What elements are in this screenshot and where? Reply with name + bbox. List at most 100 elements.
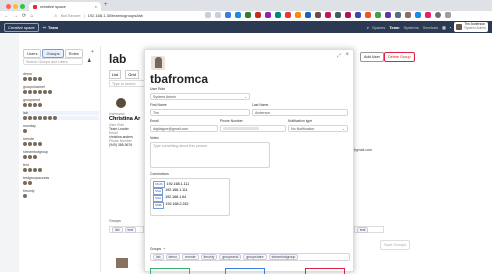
extension-icon[interactable] xyxy=(325,12,331,18)
group-chip[interactable]: demo xyxy=(165,254,181,260)
address-field[interactable]: ⚠ Not Secure | 192.168.1.30/teams/groups… xyxy=(54,12,172,19)
notification-select[interactable]: No Notification ⌄ xyxy=(288,125,348,132)
extension-icon[interactable] xyxy=(425,12,431,18)
group-chip[interactable]: groupsend xyxy=(219,254,242,260)
extension-icon[interactable] xyxy=(305,12,311,18)
member-search-input[interactable]: Type to search xyxy=(109,80,145,87)
group-chip[interactable]: lab xyxy=(153,254,164,260)
group-demo[interactable]: demo xyxy=(23,72,99,76)
menu-icon[interactable] xyxy=(445,12,451,18)
group-groupchannel[interactable]: groupchannel xyxy=(23,85,99,89)
share-icon[interactable] xyxy=(205,12,211,18)
action-button[interactable] xyxy=(150,268,190,274)
connection-kind: SMB xyxy=(153,201,164,209)
first-name-field[interactable]: Tim xyxy=(150,109,250,116)
email-field[interactable]: digitalgoe@gmail.com xyxy=(150,125,218,132)
maximize-window-icon[interactable] xyxy=(20,4,25,9)
member-card[interactable]: Username Christina Ar User Role Team Lea… xyxy=(109,112,145,147)
extension-icon[interactable] xyxy=(335,12,341,18)
connection-item[interactable]: MGIS 192.168.1.111 xyxy=(153,181,227,188)
extension-icon[interactable] xyxy=(245,12,251,18)
search-icon[interactable]: ⌕ xyxy=(367,25,369,30)
profile-photo[interactable] xyxy=(151,56,165,70)
close-window-icon[interactable] xyxy=(6,4,11,9)
extension-icon[interactable] xyxy=(385,12,391,18)
grid-icon[interactable]: ▦ xyxy=(442,25,446,30)
close-icon[interactable]: × xyxy=(345,52,349,58)
add-user-button[interactable]: Add User xyxy=(360,52,384,62)
extension-icon[interactable] xyxy=(295,12,301,18)
extension-icon[interactable] xyxy=(315,12,321,18)
extension-icon[interactable] xyxy=(395,12,401,18)
tab-grid[interactable]: Grid xyxy=(125,70,139,79)
tab-list[interactable]: List xyxy=(109,70,122,79)
extension-icon[interactable] xyxy=(255,12,261,18)
group-test[interactable]: test xyxy=(23,163,99,167)
search-input[interactable]: Search Groups and Users xyxy=(23,58,83,65)
expand-icon[interactable]: ⤢ xyxy=(337,53,341,59)
phone-field[interactable] xyxy=(220,125,286,132)
action-button[interactable] xyxy=(225,268,265,274)
group-tag[interactable]: lab xyxy=(112,226,123,233)
nav-buttons-icon[interactable]: ←→⟳⌂ xyxy=(4,13,37,19)
groups-select[interactable]: lab test xyxy=(109,226,144,233)
close-tab-icon[interactable]: × xyxy=(95,4,97,9)
extension-icon[interactable] xyxy=(355,12,361,18)
group-avatars xyxy=(23,168,99,172)
user-filter-icon[interactable]: ♟ xyxy=(87,58,91,64)
star-icon[interactable] xyxy=(215,12,221,18)
role-select[interactable]: System Admin ⌄ xyxy=(150,93,250,100)
group-chip[interactable]: remote xyxy=(182,254,199,260)
nav-services[interactable]: Services xyxy=(423,25,438,30)
add-icon[interactable]: + xyxy=(91,49,94,55)
connection-item[interactable]: SSH 192.168.1.111 xyxy=(153,187,227,195)
extension-icon[interactable] xyxy=(265,12,271,18)
extension-icon[interactable] xyxy=(375,12,381,18)
segment-groups[interactable]: Groups xyxy=(42,49,64,58)
extension-icon[interactable] xyxy=(225,12,231,18)
group-timonly[interactable]: timonly xyxy=(23,189,99,193)
modal-groups-select[interactable]: lab demo remote timonly groupsend groups… xyxy=(150,253,350,261)
save-groups-button[interactable]: Save Groups xyxy=(380,240,411,250)
group-chip[interactable]: timonly xyxy=(200,254,218,260)
extension-icon[interactable] xyxy=(405,12,411,18)
groups-select-right[interactable]: test xyxy=(354,226,384,233)
group-remote[interactable]: remote xyxy=(23,137,99,141)
segment-users[interactable]: Users xyxy=(23,49,42,58)
last-name-field[interactable]: Anderson xyxy=(252,109,348,116)
group-monday[interactable]: monday xyxy=(23,124,99,128)
nav-team[interactable]: Team xyxy=(389,25,399,30)
group-tag[interactable]: test xyxy=(124,226,136,233)
group-chip[interactable]: streamhotgroup xyxy=(268,254,299,260)
extension-icon[interactable] xyxy=(345,12,351,18)
extension-icon[interactable] xyxy=(415,12,421,18)
group-chip[interactable]: groupshare xyxy=(243,254,267,260)
group-testgroupaccess[interactable]: testgroupaccess xyxy=(23,176,99,180)
group-streamhotgroup[interactable]: streamhotgroup xyxy=(23,150,99,154)
connection-item[interactable]: SSH 192.168.1.64 xyxy=(153,194,227,202)
action-button[interactable] xyxy=(305,268,345,274)
extension-icon[interactable] xyxy=(285,12,291,18)
connections-list[interactable]: MGIS 192.168.1.111 SSH 192.168.1.111 SSH… xyxy=(150,178,230,216)
group-tag[interactable]: test xyxy=(357,226,369,233)
delete-group-button[interactable]: Delete Group xyxy=(384,52,415,62)
favicon-icon xyxy=(33,4,37,9)
add-group-icon[interactable]: + xyxy=(163,246,165,251)
nav-systems[interactable]: Systems xyxy=(403,25,418,30)
extension-icon[interactable] xyxy=(365,12,371,18)
profile-icon[interactable] xyxy=(435,12,441,18)
minimize-window-icon[interactable] xyxy=(13,4,18,9)
segment-roles[interactable]: Roles xyxy=(64,49,83,58)
extension-icon[interactable] xyxy=(235,12,241,18)
user-menu[interactable]: Tim Anderson System Admin xyxy=(454,22,488,32)
new-tab-icon[interactable]: + xyxy=(104,2,108,8)
browser-tab[interactable]: creative space × xyxy=(29,2,101,11)
bell-icon[interactable]: ◔ xyxy=(449,25,451,30)
connection-item[interactable]: SMB 192.168.2.242 xyxy=(153,201,227,209)
notes-field[interactable]: Type something about this person xyxy=(150,142,270,168)
group-groupsend[interactable]: groupsend xyxy=(23,98,99,102)
extension-icon[interactable] xyxy=(275,12,281,18)
space-switcher-button[interactable]: Creative space xyxy=(4,22,39,32)
group-lab[interactable]: lab xyxy=(23,111,99,115)
nav-spaces[interactable]: Spaces xyxy=(372,25,385,30)
